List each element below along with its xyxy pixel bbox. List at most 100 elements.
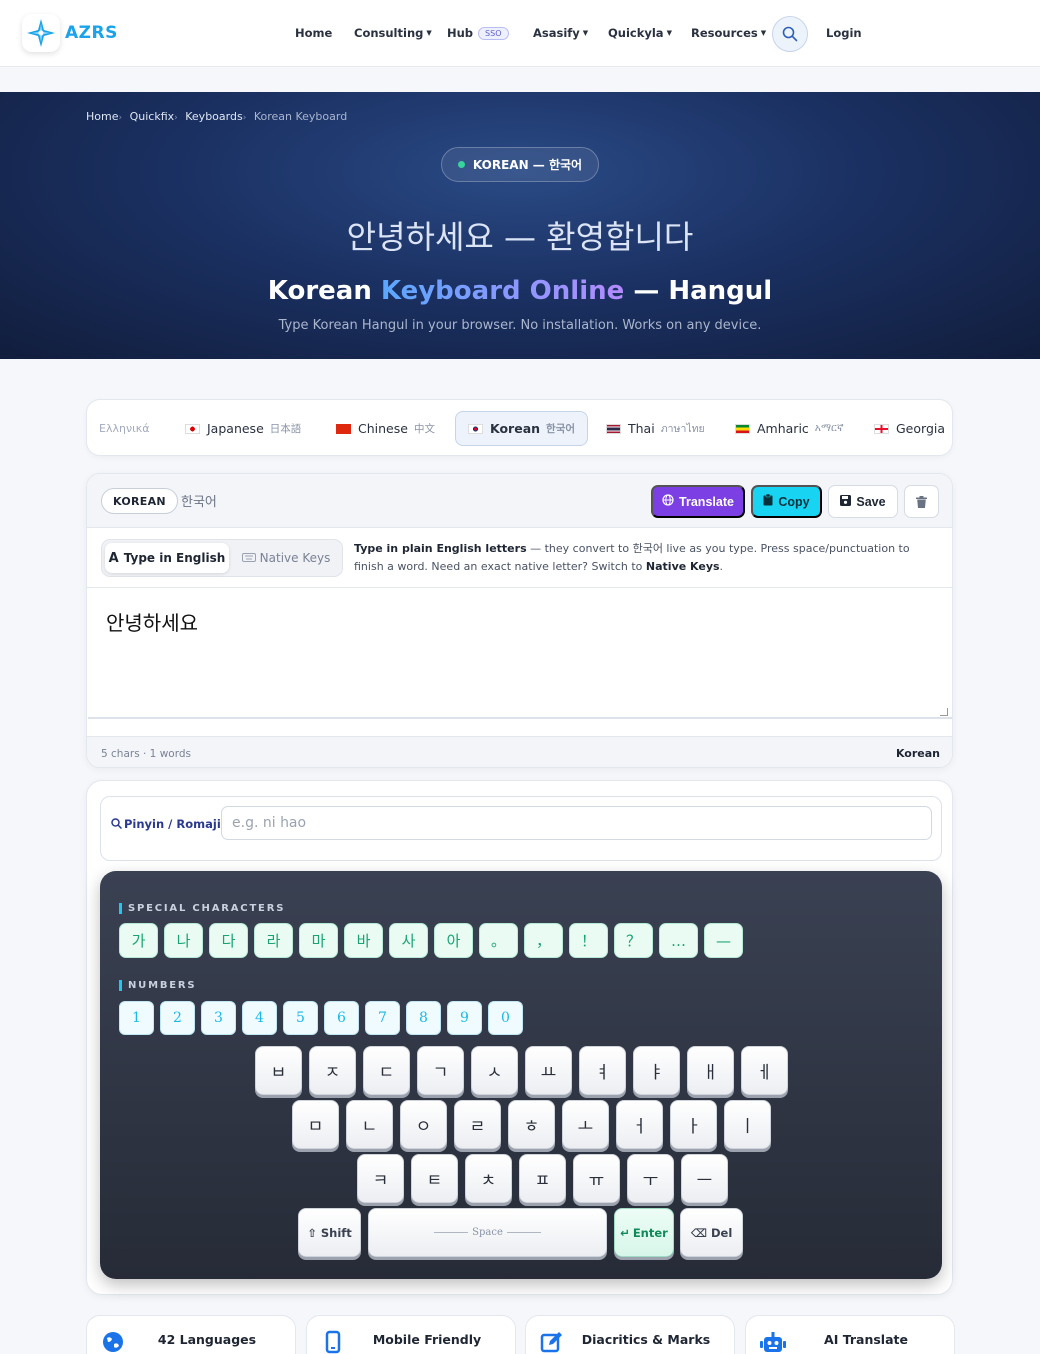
special-char-key[interactable]: 라 bbox=[254, 923, 293, 958]
hangul-key[interactable]: ㅂ bbox=[255, 1046, 302, 1095]
hangul-key[interactable]: ㅔ bbox=[741, 1046, 788, 1095]
hangul-key[interactable]: ㄹ bbox=[454, 1100, 501, 1149]
special-char-key[interactable]: 나 bbox=[164, 923, 203, 958]
input-mode-toggle: A Type in English Native Keys bbox=[101, 539, 343, 577]
nav-consulting[interactable]: Consulting ▼ bbox=[354, 26, 432, 40]
tab-native: አማርኛ bbox=[814, 422, 844, 434]
number-key[interactable]: 6 bbox=[324, 1001, 359, 1035]
special-char-key[interactable]: 다 bbox=[209, 923, 248, 958]
nav-hub[interactable]: Hub SSO bbox=[447, 26, 509, 40]
nav-label: Resources bbox=[691, 26, 758, 40]
flag-et-icon bbox=[735, 423, 750, 434]
key-label: Enter bbox=[632, 1225, 668, 1240]
hangul-key[interactable]: ㄷ bbox=[363, 1046, 410, 1095]
mode-native-button[interactable]: Native Keys bbox=[233, 543, 339, 573]
page-title: Korean Keyboard Online — Hangul bbox=[0, 276, 1040, 306]
tab-native: 中文 bbox=[413, 423, 435, 435]
tab-label: Japanese bbox=[207, 421, 264, 436]
nav-resources[interactable]: Resources ▼ bbox=[691, 26, 766, 40]
hangul-key[interactable]: ㅁ bbox=[292, 1100, 339, 1149]
nav-quickyla[interactable]: Quickyla ▼ bbox=[608, 26, 672, 40]
number-key[interactable]: 9 bbox=[447, 1001, 482, 1035]
hangul-key[interactable]: ㅜ bbox=[627, 1154, 674, 1203]
flag-kr-icon bbox=[468, 423, 483, 434]
tab-amharic[interactable]: Amharic አማርኛ bbox=[723, 411, 856, 446]
tab-label: Korean bbox=[490, 421, 541, 436]
number-key[interactable]: 5 bbox=[283, 1001, 318, 1035]
hangul-key[interactable]: ㅛ bbox=[525, 1046, 572, 1095]
search-icon bbox=[782, 26, 798, 42]
delete-key[interactable]: ⌫ Del bbox=[680, 1208, 743, 1257]
hangul-key[interactable]: ㅇ bbox=[400, 1100, 447, 1149]
number-key[interactable]: 4 bbox=[242, 1001, 277, 1035]
number-key[interactable]: 2 bbox=[160, 1001, 195, 1035]
title-highlight: Keyboard Online bbox=[380, 276, 625, 306]
hangul-key[interactable]: ㅎ bbox=[508, 1100, 555, 1149]
hangul-key[interactable]: ㅑ bbox=[633, 1046, 680, 1095]
tab-korean[interactable]: Korean 한국어 bbox=[455, 411, 589, 446]
breadcrumb-keyboards[interactable]: Keyboards bbox=[185, 110, 242, 123]
login-link[interactable]: Login bbox=[826, 26, 862, 40]
breadcrumb-home[interactable]: Home bbox=[86, 110, 118, 123]
hangul-key[interactable]: ㅊ bbox=[465, 1154, 512, 1203]
special-char-key[interactable]: ， bbox=[524, 923, 563, 958]
hangul-key[interactable]: ㅐ bbox=[687, 1046, 734, 1095]
mode-english-button[interactable]: A Type in English bbox=[105, 543, 229, 573]
tab-thai[interactable]: Thai ภาษาไทย bbox=[594, 411, 717, 446]
hangul-key[interactable]: ㅠ bbox=[573, 1154, 620, 1203]
number-key[interactable]: 8 bbox=[406, 1001, 441, 1035]
hangul-key[interactable]: ㅏ bbox=[670, 1100, 717, 1149]
hangul-key[interactable]: ㅋ bbox=[357, 1154, 404, 1203]
special-char-key[interactable]: 사 bbox=[389, 923, 428, 958]
special-char-key[interactable]: 마 bbox=[299, 923, 338, 958]
translate-button[interactable]: Translate bbox=[651, 485, 745, 518]
breadcrumb-quickfix[interactable]: Quickfix bbox=[130, 110, 175, 123]
language-pill: KOREAN — 한국어 bbox=[441, 147, 599, 182]
hangul-key[interactable]: ㅅ bbox=[471, 1046, 518, 1095]
editor-card: KOREAN 한국어 Translate Copy Save A Type in … bbox=[86, 473, 953, 768]
hangul-key[interactable]: ㅗ bbox=[562, 1100, 609, 1149]
pinyin-label-text: Pinyin / Romaji: bbox=[124, 817, 226, 831]
special-char-key[interactable]: … bbox=[659, 923, 698, 958]
save-button[interactable]: Save bbox=[828, 485, 898, 518]
tab-greek[interactable]: Ελληνικά bbox=[87, 411, 162, 446]
search-button[interactable] bbox=[772, 16, 808, 52]
special-char-key[interactable]: 아 bbox=[434, 923, 473, 958]
number-key[interactable]: 1 bbox=[119, 1001, 154, 1035]
hangul-key[interactable]: ㅣ bbox=[724, 1100, 771, 1149]
hangul-key[interactable]: ㅍ bbox=[519, 1154, 566, 1203]
special-char-key[interactable]: 가 bbox=[119, 923, 158, 958]
number-key[interactable]: 0 bbox=[488, 1001, 523, 1035]
hangul-key[interactable]: ㄱ bbox=[417, 1046, 464, 1095]
special-char-key[interactable]: — bbox=[704, 923, 743, 958]
hangul-key[interactable]: ㅓ bbox=[616, 1100, 663, 1149]
nav-home[interactable]: Home bbox=[295, 26, 332, 40]
resize-handle[interactable] bbox=[940, 708, 948, 716]
pinyin-input[interactable] bbox=[221, 806, 932, 840]
brand-logo[interactable]: AZRS bbox=[22, 14, 118, 52]
hangul-key[interactable]: ㄴ bbox=[346, 1100, 393, 1149]
tab-chinese[interactable]: Chinese 中文 bbox=[324, 411, 447, 446]
backspace-icon: ⌫ bbox=[690, 1225, 707, 1240]
nav-label: Quickyla bbox=[608, 26, 664, 40]
shift-key[interactable]: ⇧ Shift bbox=[298, 1208, 361, 1257]
search-icon bbox=[111, 818, 123, 830]
text-editor[interactable]: 안녕하세요 bbox=[88, 589, 952, 719]
enter-key[interactable]: ↵ Enter bbox=[614, 1208, 674, 1257]
hangul-key[interactable]: ㅌ bbox=[411, 1154, 458, 1203]
hangul-key[interactable]: ㅕ bbox=[579, 1046, 626, 1095]
space-key[interactable]: Space bbox=[368, 1208, 607, 1257]
number-key[interactable]: 3 bbox=[201, 1001, 236, 1035]
number-key[interactable]: 7 bbox=[365, 1001, 400, 1035]
copy-button[interactable]: Copy bbox=[751, 485, 822, 518]
tab-georgian[interactable]: Georgia bbox=[862, 411, 952, 446]
hangul-key[interactable]: ㅡ bbox=[681, 1154, 728, 1203]
special-char-key[interactable]: 。 bbox=[479, 923, 518, 958]
special-char-key[interactable]: ？ bbox=[614, 923, 653, 958]
hangul-key[interactable]: ㅈ bbox=[309, 1046, 356, 1095]
clear-button[interactable] bbox=[904, 485, 939, 518]
tab-japanese[interactable]: Japanese 日本語 bbox=[173, 411, 313, 446]
special-char-key[interactable]: ！ bbox=[569, 923, 608, 958]
nav-asasify[interactable]: Asasify ▼ bbox=[533, 26, 588, 40]
special-char-key[interactable]: 바 bbox=[344, 923, 383, 958]
